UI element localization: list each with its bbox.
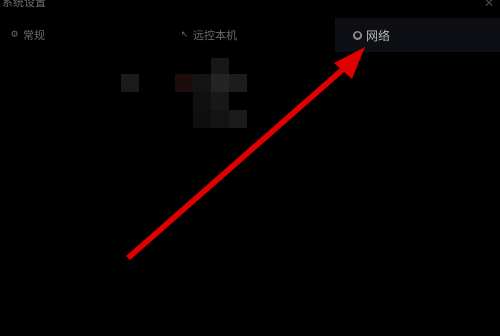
tab-general[interactable]: ⚙ 常规 bbox=[10, 18, 45, 52]
tab-bar: ⚙ 常规 ↖ 远控本机 ● 网络 bbox=[0, 18, 500, 52]
tab-network[interactable]: ● 网络 bbox=[335, 18, 500, 52]
remote-icon: ↖ bbox=[180, 29, 189, 40]
tab-remote-label: 远控本机 bbox=[193, 29, 237, 42]
pixel-block bbox=[229, 110, 247, 128]
pixel-block bbox=[229, 74, 247, 92]
gear-icon: ⚙ bbox=[10, 29, 19, 40]
pixel-block bbox=[211, 110, 229, 128]
pixel-block bbox=[211, 74, 229, 92]
pixel-block bbox=[193, 92, 211, 110]
tab-general-label: 常规 bbox=[23, 29, 45, 42]
pixel-block bbox=[193, 74, 211, 92]
pixel-block bbox=[211, 58, 229, 74]
pixel-block bbox=[211, 92, 229, 110]
pixel-block bbox=[175, 74, 193, 92]
close-icon[interactable]: ✕ bbox=[484, 0, 494, 10]
window-title: 系统设置 bbox=[2, 0, 46, 9]
tab-remote-control[interactable]: ↖ 远控本机 bbox=[180, 18, 237, 52]
tab-network-label: 网络 bbox=[366, 28, 391, 43]
pixel-block bbox=[193, 110, 211, 128]
network-icon: ● bbox=[353, 30, 362, 40]
pixel-block bbox=[121, 74, 139, 92]
settings-window: 系统设置 ✕ ⚙ 常规 ↖ 远控本机 ● 网络 bbox=[0, 0, 500, 336]
